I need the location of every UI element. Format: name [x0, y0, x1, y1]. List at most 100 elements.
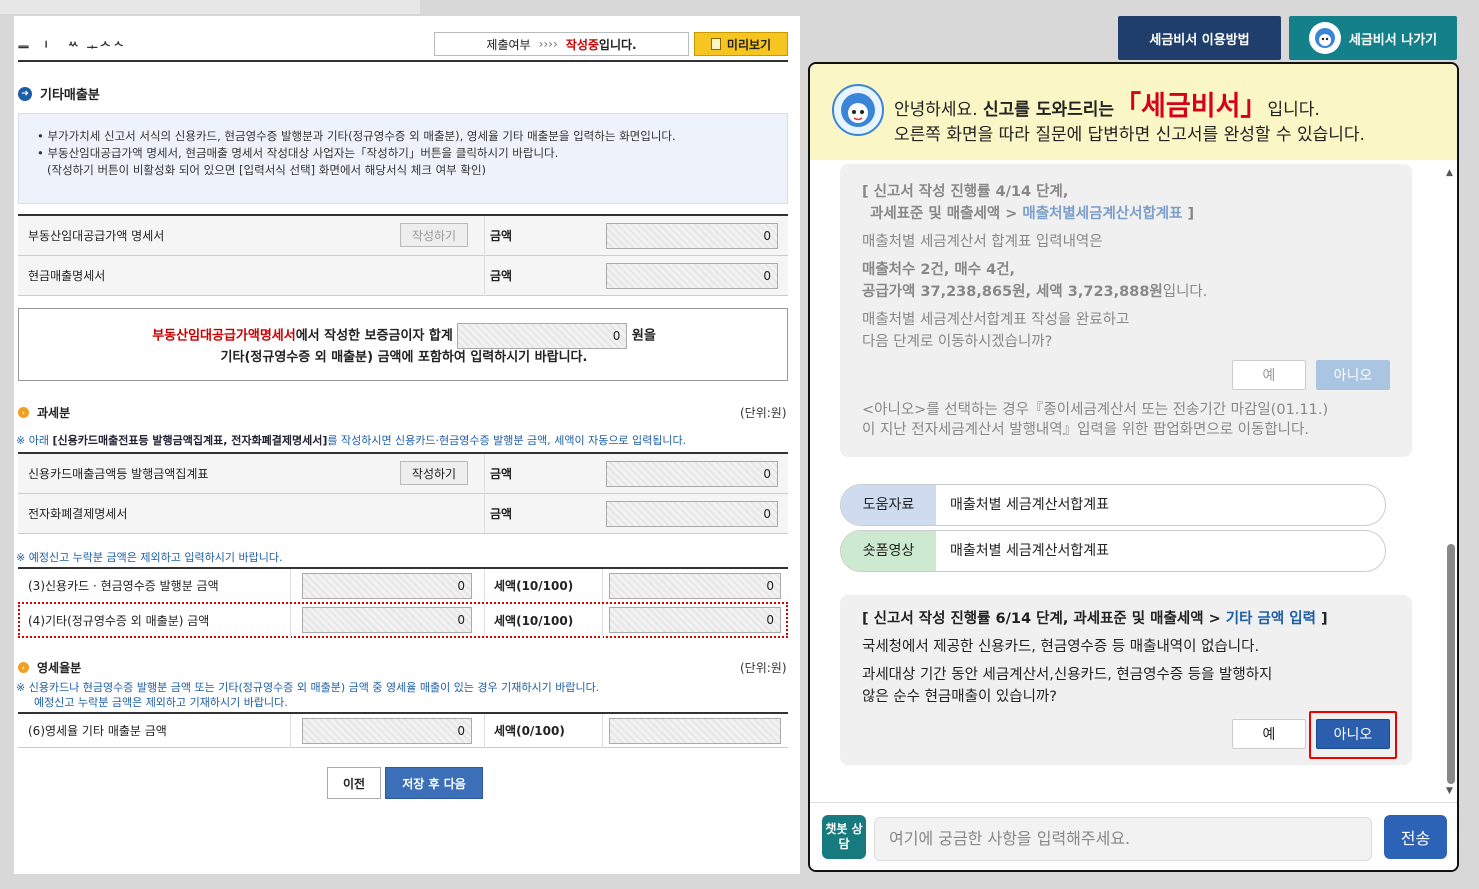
row-label: 현금매출명세서 [28, 269, 106, 283]
send-button[interactable]: 전송 [1384, 815, 1447, 859]
tax-field[interactable]: 0 [609, 607, 781, 633]
amount-label: 금액 [490, 507, 513, 521]
msg-line: 매출처별 세금계산서합계표 작성을 완료하고 [862, 312, 1130, 328]
row-cash-sales: 현금매출명세서 금액 0 [18, 256, 788, 296]
cell-sep [484, 454, 485, 494]
cell-sep [484, 714, 485, 748]
guide-button[interactable]: 세금비서 이용방법 [1118, 16, 1281, 60]
info-box: • 부가가치세 신고서 서식의 신용카드, 현금영수증 발행분과 기타(정규영수… [18, 113, 788, 204]
interest-total-field[interactable]: 0 [457, 323, 628, 349]
row-label: 신용카드매출금액등 발행금액집계표 [28, 467, 209, 481]
top-strip [0, 0, 420, 14]
tax-field[interactable] [609, 718, 781, 744]
message-step6: [ 신고서 작성 진행률 6/14 단계, 과세표준 및 매출세액 > 기타 금… [840, 595, 1412, 765]
greet-line2: 오른쪽 화면을 따라 질문에 답변하면 신고서를 완성할 수 있습니다. [894, 125, 1365, 145]
cell-sep [602, 569, 603, 603]
page: ᆖ ᆝ ᅠᄿ ᆠᄉᄾ 제출여부 ›››› 작성중입니다. 미리보기 ➜ 기타매출… [0, 0, 1479, 889]
note-text: 를 작성하시면 신용카드·현금영수증 발행분 금액, 세액이 자동으로 입력됩니… [327, 434, 687, 447]
amount-field[interactable]: 0 [606, 501, 778, 527]
mascot-icon [1308, 22, 1341, 54]
amount-label: 금액 [490, 467, 513, 481]
assistant-panel: 안녕하세요. 신고를 도와드리는「세금비서」입니다. 오른쪽 화면을 따라 질문… [808, 62, 1459, 872]
info-line: (작성하기 버튼이 비활성화 되어 있으면 [입력서식 선택] 화면에서 해당서… [47, 163, 487, 177]
msg-bold: 공급가액 37,238,865원, 세액 3,723,888원 [862, 284, 1163, 300]
scroll-thumb[interactable] [1447, 544, 1455, 784]
tax-field[interactable]: 0 [609, 573, 781, 599]
divider [18, 60, 788, 62]
status-box: 제출여부 ›››› 작성중입니다. [434, 32, 689, 56]
chat-input[interactable]: 여기에 궁금한 사항을 입력해주세요. [874, 817, 1372, 861]
chatbot-icon[interactable]: 챗봇 상담 [822, 815, 866, 859]
scrollbar[interactable]: ▲ ▼ [1444, 164, 1457, 800]
cell-sep [290, 569, 291, 603]
highlight-box [1309, 711, 1397, 759]
amount-field[interactable]: 0 [606, 263, 778, 289]
zero-note2: 예정신고 누락분 금액은 제외하고 기재하시기 바랍니다. [34, 696, 288, 709]
amount-field[interactable]: 0 [302, 718, 472, 744]
tax-label: 세액(10/100) [494, 614, 574, 628]
ref-tag: 도움자료 [841, 485, 936, 525]
scroll-up-icon[interactable]: ▲ [1446, 168, 1453, 178]
row-other-highlighted: (4)기타(정규영수증 외 매출분) 금액 0 세액(10/100) 0 [18, 602, 788, 638]
cell-sep [602, 714, 603, 748]
yes-button[interactable]: 예 [1232, 360, 1306, 390]
reference-video[interactable]: 숏폼영상 매출처별 세금계산서합계표 [840, 530, 1386, 572]
mascot-icon [832, 84, 884, 136]
taxable-note2: ※ 예정신고 누락분 금액은 제외하고 입력하시기 바랍니다. [16, 551, 283, 564]
greeting: 안녕하세요. 신고를 도와드리는「세금비서」입니다. 오른쪽 화면을 따라 질문… [810, 64, 1457, 160]
msg-note: <아니오>를 선택하는 경우『종이세금계산서 또는 전송기간 마감일(01.11… [862, 402, 1329, 418]
amount-field[interactable]: 0 [606, 461, 778, 487]
exit-button[interactable]: 세금비서 나가기 [1289, 16, 1457, 60]
preview-label: 미리보기 [726, 37, 772, 52]
msg-text: 입니다. [1162, 284, 1208, 300]
write-button[interactable]: 작성하기 [400, 223, 468, 247]
taxable-note: ※ 아래 [신용카드매출전표등 발행금액집계표, 전자화폐결제명세서]를 작성하… [16, 432, 686, 448]
reference-help[interactable]: 도움자료 매출처별 세금계산서합계표 [840, 484, 1386, 526]
msg-note: 이 지난 전자세금계산서 발행내역』입력을 위한 팝업화면으로 이동합니다. [862, 422, 1309, 438]
zero-note1: ※ 신용카드나 현금영수증 발행분 금액 또는 기타(정규영수증 외 매출분) … [16, 681, 600, 694]
form-area: ᆖ ᆝ ᅠᄿ ᆠᄉᄾ 제출여부 ›››› 작성중입니다. 미리보기 ➜ 기타매출… [14, 16, 800, 874]
yes-button[interactable]: 예 [1232, 719, 1306, 749]
info-line: • 부가가치세 신고서 서식의 신용카드, 현금영수증 발행분과 기타(정규영수… [37, 129, 676, 143]
row-zero-rate: (6)영세율 기타 매출분 금액 0 세액(0/100) [18, 714, 788, 748]
save-next-button[interactable]: 저장 후 다음 [385, 767, 483, 799]
row-real-estate: 부동산임대공급가액 명세서 작성하기 금액 0 [18, 216, 788, 256]
preview-button[interactable]: 미리보기 [694, 32, 788, 56]
amount-label: 금액 [490, 229, 513, 243]
notice-red: 부동산임대공급가액명세서 [152, 328, 296, 344]
message-step4: [ 신고서 작성 진행률 4/14 단계, 과세표준 및 매출세액 > 매출처별… [840, 164, 1412, 457]
notice-unit: 원을 [631, 328, 656, 344]
guide-label: 세금비서 이용방법 [1149, 32, 1250, 48]
amount-field[interactable]: 0 [302, 573, 472, 599]
notice-text: 에서 작성한 보증금이자 합계 [295, 328, 453, 344]
info-line: • 부동산임대공급가액 명세서, 현금매출 명세서 작성대상 사업자는「작성하기… [37, 146, 559, 160]
greet-line1: 안녕하세요. 신고를 도와드리는「세금비서」입니다. [894, 84, 1320, 123]
row-label: 전자화폐결제명세서 [28, 507, 128, 521]
msg-line: 매출처수 2건, 매수 4건, [862, 262, 1016, 278]
section-taxable: › 과세분 [18, 404, 70, 421]
amount-label: 금액 [490, 269, 513, 283]
cell-sep [484, 256, 485, 296]
no-button[interactable]: 아니오 [1316, 360, 1390, 390]
step-text: ] [1182, 206, 1195, 222]
section-other-sales: ➜ 기타매출분 [18, 84, 100, 103]
tax-label: 세액(10/100) [494, 579, 574, 593]
msg-line: 않은 순수 현금매출이 있습니까? [862, 689, 1057, 705]
cell-sep [484, 604, 485, 638]
msg-line: 국세청에서 제공한 신용카드, 현금영수증 등 매출내역이 없습니다. [862, 639, 1260, 655]
step-line: [ 신고서 작성 진행률 6/14 단계, 과세표준 및 매출세액 > 기타 금… [862, 609, 1328, 630]
step-link: 매출처별세금계산서합계표 [1022, 206, 1183, 222]
notice-line2: 기타(정규영수증 외 매출분) 금액에 포함하여 입력하시기 바랍니다. [220, 350, 588, 365]
tax-label: 세액(0/100) [494, 724, 565, 738]
greet-bold: 신고를 도와드리는 [983, 100, 1115, 120]
cell-sep [484, 569, 485, 603]
scroll-down-icon[interactable]: ▼ [1446, 786, 1453, 796]
ref-tag: 숏폼영상 [841, 531, 936, 571]
msg-line: 매출처별 세금계산서 합계표 입력내역은 [862, 234, 1103, 250]
step-text: [ 신고서 작성 진행률 6/14 단계, 과세표준 및 매출세액 > [862, 611, 1226, 627]
amount-field[interactable]: 0 [606, 223, 778, 249]
prev-button[interactable]: 이전 [327, 767, 381, 799]
amount-field[interactable]: 0 [302, 607, 472, 633]
write-button[interactable]: 작성하기 [400, 461, 468, 485]
row-label: (4)기타(정규영수증 외 매출분) 금액 [28, 614, 210, 628]
